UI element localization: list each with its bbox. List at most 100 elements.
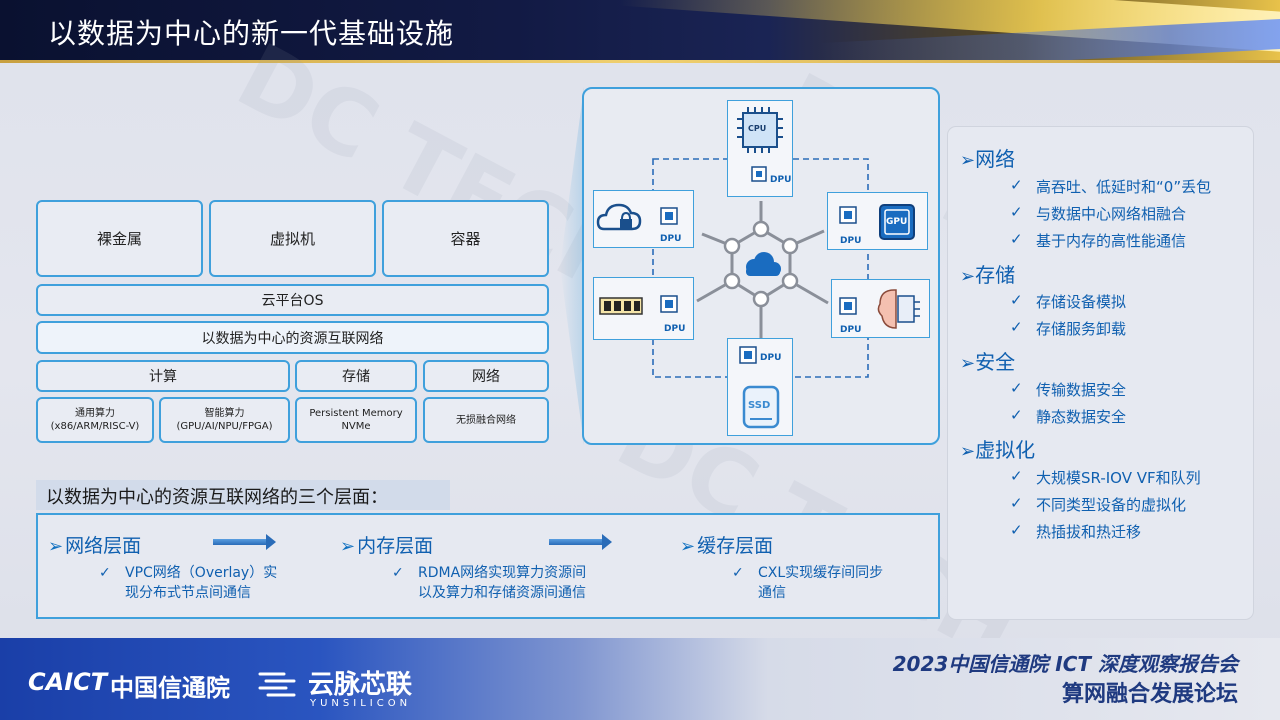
check-icon: ✓ [1010,379,1023,397]
arch-bare-metal: 裸金属 [36,200,203,277]
feature-item-label: 基于内存的高性能通信 [1036,232,1187,250]
feature-item-label: 存储服务卸载 [1036,320,1127,338]
feature-item: ✓ 与数据中心网络相融合 [1010,203,1187,224]
dpu-label: DPU [660,234,682,244]
diagram-callout-wedge [560,87,584,445]
arch-cloud-os: 云平台OS [36,284,549,316]
arch-storage: 存储 [295,360,417,392]
chevron-icon: ➢ [340,536,356,557]
arch-persistent-memory: Persistent Memory NVMe [295,397,417,443]
chevron-icon: ➢ [960,353,976,374]
check-icon: ✓ [99,565,111,581]
check-icon: ✓ [1010,406,1023,424]
feature-security-heading: ➢安全 [960,346,1015,375]
yunsilicon-en: YUNSILICON [310,698,412,709]
gpu-label: GPU [886,217,908,227]
chevron-icon: ➢ [960,266,976,287]
footer-banner: CAICT 中国信通院 云脉芯联 YUNSILICON 2023中国信通院 IC… [0,638,1280,720]
feature-item-label: 不同类型设备的虚拟化 [1036,496,1187,514]
feature-heading-label: 虚拟化 [975,438,1036,462]
feature-item-label: 静态数据安全 [1036,408,1127,426]
feature-network-heading: ➢网络 [960,143,1015,172]
arch-resource-network: 以数据为中心的资源互联网络 [36,321,549,354]
arch-intelligent-compute: 智能算力 (GPU/AI/NPU/FPGA) [159,397,290,443]
feature-item-label: 热插拔和热迁移 [1036,523,1142,541]
box-line: Persistent Memory [309,408,403,419]
arch-vm: 虚拟机 [209,200,376,277]
arrow-right-icon [213,534,276,550]
secure-cloud-node: DPU [593,190,694,248]
check-icon: ✓ [1010,467,1023,485]
layer-line: VPC网络（Overlay）实 [125,565,278,581]
layer-line: 现分布式节点间通信 [125,585,251,601]
feature-item-label: 与数据中心网络相融合 [1036,205,1187,223]
arrow-right-icon [549,534,612,550]
header-banner: 以数据为中心的新一代基础设施 [0,0,1280,60]
layer-line: CXL实现缓存间同步 [758,565,884,581]
layer-line: RDMA网络实现算力资源间 [418,565,587,581]
feature-item-label: 存储设备模拟 [1036,293,1127,311]
event-title: 2023中国信通院 ICT 深度观察报告会 [892,652,1238,676]
layer-heading-label: 网络层面 [65,535,142,557]
dpu-diagram: CPU DPU DPU GPU DPU DPU DPU SSD DPU [582,87,940,445]
event-forum: 算网融合发展论坛 [1061,682,1238,707]
page-title: 以数据为中心的新一代基础设施 [48,17,455,50]
feature-item: ✓ 不同类型设备的虚拟化 [1010,494,1187,515]
cpu-label: CPU [748,124,767,133]
check-icon: ✓ [1010,230,1023,248]
feature-item-label: 高吞吐、低延时和“0”丢包 [1036,178,1212,196]
check-icon: ✓ [732,565,744,581]
box-line: 无损融合网络 [456,414,516,426]
ai-node: DPU [831,279,930,338]
check-icon: ✓ [1010,291,1023,309]
dpu-label: DPU [840,325,862,335]
layers-title: 以数据为中心的资源互联网络的三个层面： [36,480,450,510]
ssd-label: SSD [748,400,771,411]
chevron-icon: ➢ [680,536,696,557]
yunsilicon-name: 云脉芯联 [308,670,413,700]
arch-lossless-network: 无损融合网络 [423,397,549,443]
layer-network-heading: ➢ 网络层面 [48,531,141,558]
feature-item: ✓ 大规模SR-IOV VF和队列 [1010,467,1201,488]
memory-node: DPU [593,277,694,340]
feature-item: ✓ 存储设备模拟 [1010,291,1127,312]
gpu-node: GPU DPU [827,192,928,250]
caict-logo: CAICT [28,668,108,696]
feature-item: ✓ 热插拔和热迁移 [1010,521,1142,542]
feature-item: ✓ 基于内存的高性能通信 [1010,230,1187,251]
feature-item: ✓ 高吞吐、低延时和“0”丢包 [1010,176,1212,197]
arch-network: 网络 [423,360,549,392]
yunsilicon-logo-icon [258,672,296,697]
feature-item: ✓ 传输数据安全 [1010,379,1127,400]
chevron-icon: ➢ [960,150,976,171]
layer-cache-heading: ➢ 缓存层面 [680,531,773,558]
caict-name: 中国信通院 [110,674,230,702]
layer-line: 以及算力和存储资源间通信 [418,585,586,601]
dpu-label: DPU [664,324,686,334]
chevron-icon: ➢ [960,441,976,462]
feature-item: ✓ 存储服务卸载 [1010,318,1127,339]
layer-line: 通信 [758,585,786,601]
feature-item-label: 传输数据安全 [1036,381,1127,399]
check-icon: ✓ [1010,318,1023,336]
feature-heading-label: 存储 [975,263,1016,287]
feature-virtualization-heading: ➢虚拟化 [960,434,1035,463]
box-line: (GPU/AI/NPU/FPGA) [176,421,273,432]
feature-storage-heading: ➢存储 [960,259,1015,288]
layer-cache-text: ✓ CXL实现缓存间同步 通信 [732,563,884,603]
check-icon: ✓ [392,565,404,581]
header-divider [0,60,1280,63]
layer-network-text: ✓ VPC网络（Overlay）实 现分布式节点间通信 [99,563,278,603]
feature-item: ✓ 静态数据安全 [1010,406,1127,427]
feature-heading-label: 网络 [975,147,1016,171]
box-line: NVMe [341,421,371,432]
dpu-label: DPU [840,236,862,246]
arch-general-compute: 通用算力 (x86/ARM/RISC-V) [36,397,154,443]
dpu-label: DPU [770,175,792,185]
check-icon: ✓ [1010,176,1023,194]
box-line: (x86/ARM/RISC-V) [50,421,140,432]
feature-item-label: 大规模SR-IOV VF和队列 [1036,469,1201,487]
chevron-icon: ➢ [48,536,64,557]
layer-memory-text: ✓ RDMA网络实现算力资源间 以及算力和存储资源间通信 [392,563,587,603]
box-line: 通用算力 [75,408,115,419]
